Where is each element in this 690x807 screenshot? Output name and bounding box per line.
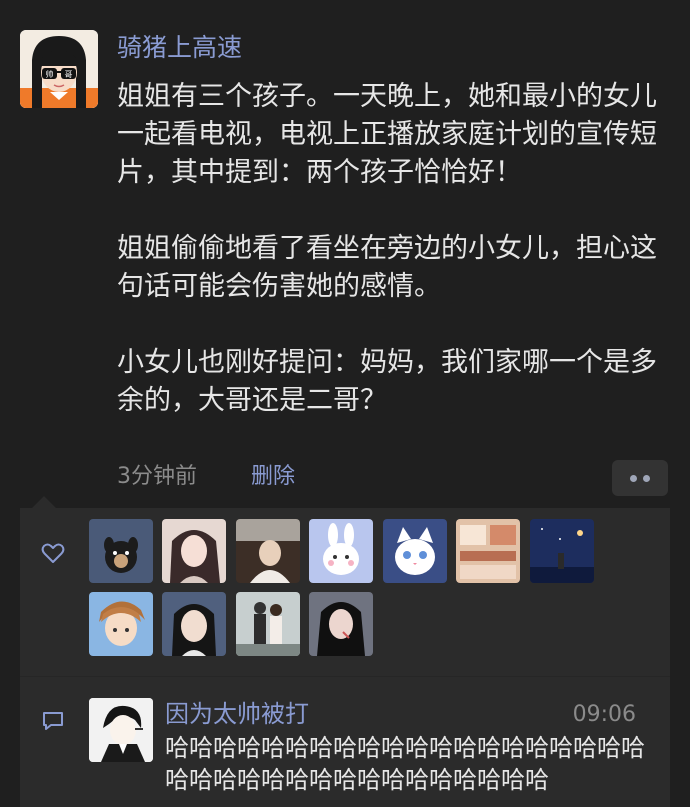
post-paragraph: 姐姐有三个孩子。一天晚上，她和最小的女儿一起看电视，电视上正播放家庭计划的宣传短… <box>117 81 657 188</box>
comment-text: 哈哈哈哈哈哈哈哈哈哈哈哈哈哈哈哈哈哈哈哈哈哈哈哈哈哈哈哈哈哈哈哈哈哈哈哈 <box>165 734 645 794</box>
panel-pointer <box>32 496 56 508</box>
commenter-avatar-image <box>89 698 153 762</box>
dot-icon <box>643 474 650 482</box>
divider <box>20 676 670 677</box>
like-avatar-night[interactable] <box>530 519 594 583</box>
dot-icon <box>630 474 637 482</box>
post-content: 姐姐有三个孩子。一天晚上，她和最小的女儿一起看电视，电视上正播放家庭计划的宣传短… <box>117 78 677 420</box>
commenter-name[interactable]: 因为太帅被打 <box>165 698 309 730</box>
like-avatar-cat[interactable] <box>383 519 447 583</box>
delete-button[interactable]: 删除 <box>251 462 295 492</box>
like-avatar-anime-girl[interactable] <box>162 592 226 656</box>
like-avatar-car[interactable] <box>236 519 300 583</box>
comment-icon <box>43 712 63 730</box>
post-paragraph: 姐姐偷偷地看了看坐在旁边的小女儿，担心这句话可能会伤害她的感情。 <box>117 233 657 302</box>
post-timestamp: 3分钟前 <box>117 464 197 489</box>
more-options-button[interactable] <box>612 460 668 496</box>
like-avatar-girl-1[interactable] <box>162 519 226 583</box>
post-paragraph: 小女儿也刚好提问：妈妈，我们家哪一个是多余的，大哥还是二哥？ <box>117 347 657 416</box>
like-avatar-dog[interactable] <box>89 519 153 583</box>
like-avatar-room[interactable] <box>456 519 520 583</box>
comment-timestamp: 09:06 <box>572 702 636 727</box>
post-author-name[interactable]: 骑猪上高速 <box>117 30 242 66</box>
like-avatar-anime-boy[interactable] <box>89 592 153 656</box>
commenter-avatar[interactable] <box>89 698 153 762</box>
heart-icon <box>41 543 65 563</box>
like-avatar-girl-2[interactable] <box>309 592 373 656</box>
avatar-glyph-1: 帅 <box>46 69 54 79</box>
author-avatar-image: 帅 哥 <box>20 30 98 108</box>
like-avatar-bunny[interactable] <box>309 519 373 583</box>
author-avatar[interactable]: 帅 哥 <box>20 30 98 108</box>
like-avatar-couple[interactable] <box>236 592 300 656</box>
avatar-glyph-2: 哥 <box>65 70 73 79</box>
